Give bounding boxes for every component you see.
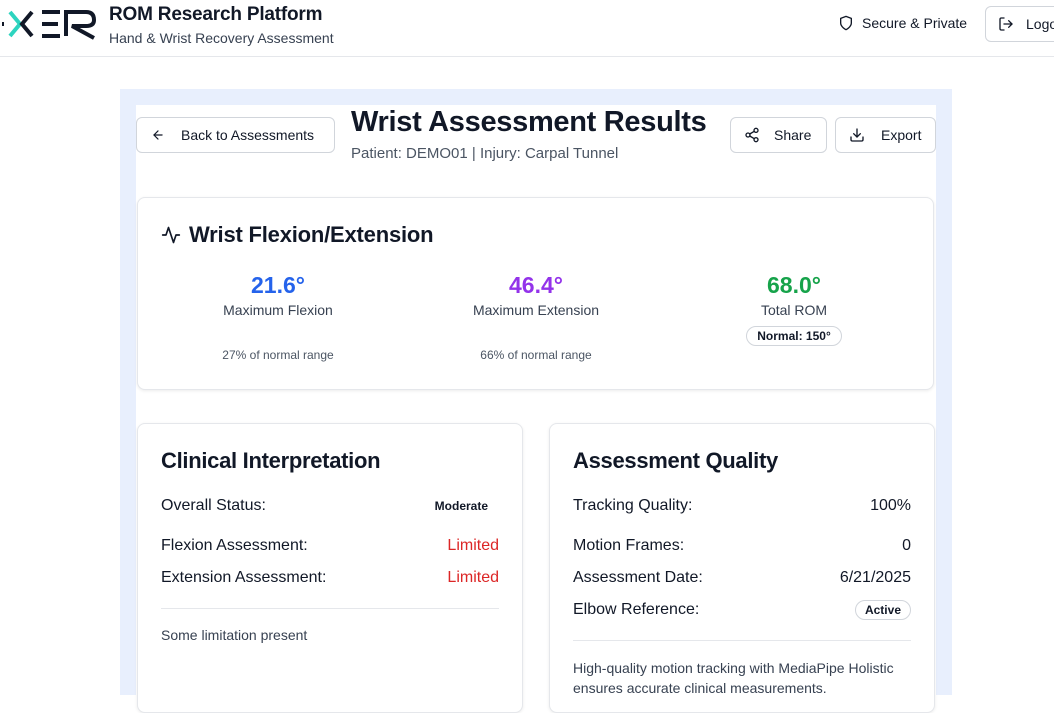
extension-assessment-row: Extension Assessment: Limited	[161, 569, 499, 587]
extension-assessment-value: Limited	[447, 569, 499, 586]
back-label: Back to Assessments	[181, 127, 315, 143]
page-subtitle: Patient: DEMO01 | Injury: Carpal Tunnel	[351, 145, 619, 162]
secure-indicator: Secure & Private	[838, 15, 967, 31]
overall-status-row: Overall Status: Moderate	[161, 497, 499, 515]
arrow-left-icon	[153, 130, 163, 140]
page-title: Wrist Assessment Results	[351, 106, 707, 138]
extension-note: 66% of normal range	[480, 348, 592, 362]
secure-label: Secure & Private	[862, 15, 968, 31]
logo	[2, 10, 97, 40]
flexion-assessment-row: Flexion Assessment: Limited	[161, 537, 499, 555]
flexion-label: Maximum Flexion	[223, 302, 333, 318]
rom-title-label: Wrist Flexion/Extension	[189, 222, 434, 247]
motion-frames-value: 0	[902, 537, 911, 554]
elbow-reference-row: Elbow Reference: Active	[573, 600, 911, 620]
overall-status-label: Overall Status:	[161, 497, 266, 514]
assessment-date-value: 6/21/2025	[839, 569, 911, 586]
total-rom-label: Total ROM	[760, 302, 828, 318]
tracking-quality-value: 100%	[870, 497, 911, 514]
assessment-date-row: Assessment Date: 6/21/2025	[573, 569, 911, 587]
motion-frames-label: Motion Frames:	[573, 537, 685, 554]
flexion-metric: 21.6° Maximum Flexion 27% of normal rang…	[158, 272, 398, 362]
quality-description: High-quality motion tracking with MediaP…	[573, 660, 894, 696]
clinical-note: Some limitation present	[161, 627, 308, 643]
share-icon	[745, 127, 759, 143]
app-subtitle: Hand & Wrist Recovery Assessment	[109, 30, 334, 46]
flexion-assessment-label: Flexion Assessment:	[161, 537, 308, 554]
tracking-quality-row: Tracking Quality: 100%	[573, 497, 911, 515]
logout-button[interactable]: Logout	[985, 6, 1054, 42]
export-button[interactable]: Export	[835, 117, 936, 153]
quality-divider	[573, 640, 911, 641]
elbow-reference-badge: Active	[854, 600, 911, 620]
tracking-quality-label: Tracking Quality:	[573, 497, 693, 514]
activity-icon	[161, 226, 181, 244]
clinical-divider	[161, 608, 499, 609]
export-label: Export	[881, 127, 922, 143]
extension-label: Maximum Extension	[472, 302, 600, 318]
logout-icon	[999, 17, 1013, 31]
app-title: ROM Research Platform	[109, 4, 323, 25]
share-label: Share	[774, 127, 812, 143]
share-button[interactable]: Share	[730, 117, 827, 153]
extension-metric: 46.4° Maximum Extension 66% of normal ra…	[416, 272, 656, 362]
flexion-assessment-value: Limited	[447, 537, 499, 554]
shield-icon	[840, 15, 852, 31]
flexion-note: 27% of normal range	[222, 348, 334, 362]
motion-frames-row: Motion Frames: 0	[573, 537, 911, 555]
flexion-value: 21.6°	[251, 272, 305, 298]
rom-card-title: Wrist Flexion/Extension	[161, 222, 434, 248]
total-rom-metric: 68.0° Total ROM Normal: 150°	[674, 272, 914, 346]
clinical-title: Clinical Interpretation	[161, 448, 381, 473]
download-icon	[850, 128, 864, 142]
total-rom-value: 68.0°	[767, 272, 821, 298]
extension-value: 46.4°	[509, 272, 563, 298]
elbow-reference-label: Elbow Reference:	[573, 601, 700, 618]
back-to-assessments-button[interactable]: Back to Assessments	[136, 117, 335, 153]
logout-label: Logout	[1026, 16, 1054, 32]
assessment-date-label: Assessment Date:	[573, 569, 703, 586]
status-badge: Moderate	[434, 499, 488, 513]
extension-assessment-label: Extension Assessment:	[161, 569, 327, 586]
top-bar: ROM Research Platform Hand & Wrist Recov…	[0, 0, 1054, 57]
quality-title: Assessment Quality	[573, 448, 778, 473]
normal-range-badge: Normal: 150°	[746, 326, 842, 346]
